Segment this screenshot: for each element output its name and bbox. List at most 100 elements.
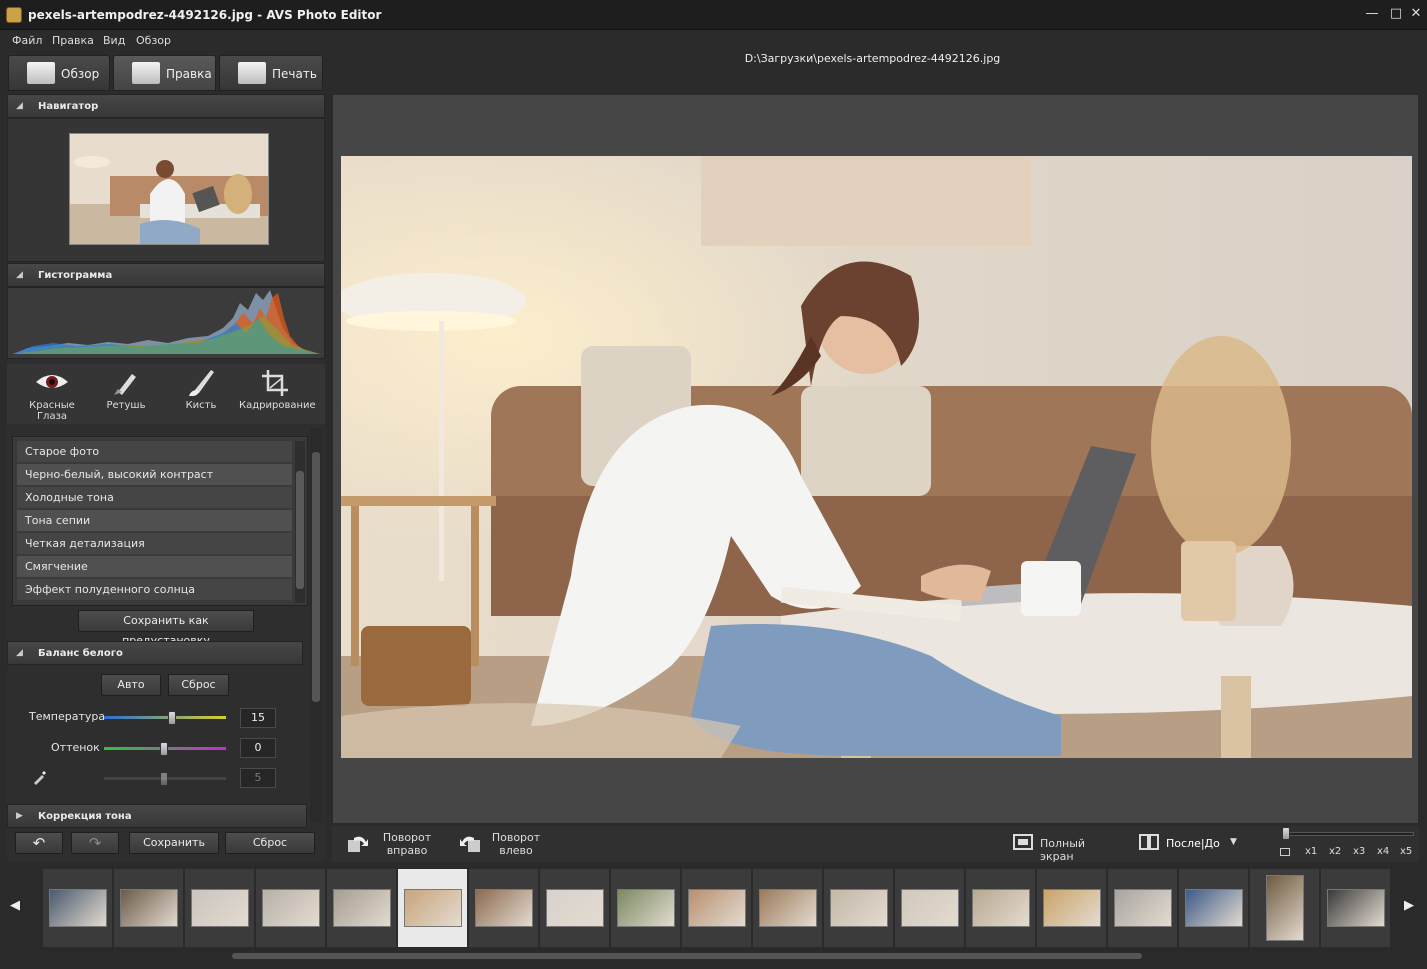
navigator-preview[interactable] [69,133,269,245]
filmstrip-thumbnail[interactable] [895,869,965,947]
tone-correction-header[interactable]: ▶ Коррекция тона [7,804,307,828]
white-balance-title: Баланс белого [38,648,123,659]
chevron-down-icon[interactable]: ▼ [1230,837,1237,847]
list-item[interactable]: Холодные тона [17,487,292,508]
retouch-brush-icon [114,374,136,395]
fullscreen-label: Полный экран [1040,837,1086,863]
menu-browse[interactable]: Обзор [136,34,171,47]
retouch-tool[interactable]: Ретушь [89,368,163,424]
rotate-right-icon [348,836,368,852]
thumbnail-image [901,889,959,927]
filmstrip-thumbnail[interactable] [43,869,113,947]
eyedropper-icon[interactable] [32,769,48,785]
menu-file[interactable]: Файл [12,34,42,47]
filmstrip-thumbnail[interactable] [185,869,255,947]
after-before-label: После|До [1166,837,1220,850]
menu-edit[interactable]: Правка [52,34,94,47]
fit-icon[interactable] [1280,848,1290,856]
save-preset-button[interactable]: Сохранить как предустановку [78,610,254,647]
filmstrip-thumbnail[interactable] [1250,869,1320,947]
after-before-button[interactable]: После|До ▼ [1138,832,1248,854]
preset-list: Старое фото Черно-белый, высокий контрас… [12,436,308,606]
filmstrip-thumbnail[interactable] [1179,869,1249,947]
zoom-x1[interactable]: x1 [1305,846,1317,857]
picker-input: 5 [240,768,276,788]
fullscreen-button[interactable]: Полный экран [1012,832,1117,863]
undo-button[interactable]: ↶ [15,832,63,854]
list-item[interactable]: Эффект полуденного солнца [17,579,292,600]
filmstrip-thumbnail[interactable] [682,869,752,947]
collapse-arrow-icon: ◢ [16,270,23,280]
rotate-left-button[interactable]: Поворот влево [460,830,550,860]
filmstrip-thumbnail[interactable] [1108,869,1178,947]
list-item[interactable]: Четкая детализация [17,533,292,554]
preset-scrollbar[interactable] [295,441,305,603]
filmstrip-thumbnail[interactable] [256,869,326,947]
minimize-button[interactable]: — [1361,4,1383,24]
scroll-thumb[interactable] [296,471,304,589]
close-button[interactable]: ✕ [1405,4,1427,24]
auto-button[interactable]: Авто [101,674,161,696]
zoom-x3[interactable]: x3 [1353,846,1365,857]
list-item[interactable]: Тона сепии [17,510,292,531]
scroll-thumb[interactable] [312,452,320,702]
reset-button[interactable]: Сброс [225,832,315,854]
zoom-x2[interactable]: x2 [1329,846,1341,857]
save-button[interactable]: Сохранить [129,832,219,854]
filmstrip-thumbnail[interactable] [327,869,397,947]
temperature-slider[interactable] [104,716,226,719]
tab-edit-label: Правка [166,67,212,81]
filmstrip-thumbnail[interactable] [1321,869,1391,947]
filmstrip-thumbnail[interactable] [469,869,539,947]
filmstrip-scrollbar[interactable] [0,950,1427,962]
reset-wb-button[interactable]: Сброс [168,674,229,696]
left-panel-scrollbar[interactable] [310,428,322,822]
title-bar: pexels-artempodrez-4492126.jpg - AVS Pho… [0,0,1427,30]
filmstrip-thumbnail[interactable] [540,869,610,947]
navigator-header[interactable]: ◢ Навигатор [7,94,325,118]
thumbnail-image [191,889,249,927]
tab-edit[interactable]: Правка [113,55,216,91]
expand-arrow-icon: ▶ [16,811,23,821]
menu-bar: Файл Правка Вид Обзор [0,30,330,52]
thumbnail-image [830,889,888,927]
brush-tool[interactable]: Кисть [164,368,238,424]
crop-tool[interactable]: Кадрирование [239,368,316,424]
histogram-graph [7,287,325,359]
filmstrip-thumbnail[interactable] [824,869,894,947]
list-item[interactable]: Старое фото [17,441,292,462]
list-item[interactable]: Смягчение [17,556,292,577]
zoom-knob[interactable] [1282,827,1290,840]
filmstrip-right-arrow[interactable]: ▶ [1404,898,1414,913]
rotate-right-label: Поворот вправо [382,831,432,857]
filmstrip-left-arrow[interactable]: ◀ [10,898,20,913]
tab-browse[interactable]: Обзор [8,55,110,91]
tab-print[interactable]: Печать [219,55,323,91]
retouch-label: Ретушь [106,400,146,411]
filmstrip-thumbnail[interactable] [114,869,184,947]
rotate-right-button[interactable]: Поворот вправо [346,830,436,860]
filmstrip-thumbnail[interactable] [1037,869,1107,947]
white-balance-header[interactable]: ◢ Баланс белого [7,641,303,665]
zoom-x5[interactable]: x5 [1400,846,1412,857]
temperature-knob[interactable] [168,711,176,725]
tint-knob[interactable] [160,742,168,756]
tint-input[interactable]: 0 [240,738,276,758]
maximize-button[interactable]: □ [1385,4,1407,24]
left-panel: ◢ Навигатор ◢ Гистограмма Красные Глаза … [7,94,325,862]
main-photo[interactable] [341,156,1412,758]
temperature-input[interactable]: 15 [240,708,276,728]
image-canvas[interactable] [332,94,1419,824]
zoom-slider[interactable] [1284,832,1414,836]
filmstrip-thumbnail[interactable] [966,869,1036,947]
filmstrip-thumbnail[interactable] [398,869,468,947]
filmstrip-thumbnail[interactable] [753,869,823,947]
filmstrip-thumbnail[interactable] [611,869,681,947]
scroll-thumb[interactable] [232,953,1142,959]
red-eye-tool[interactable]: Красные Глаза [15,368,89,424]
histogram-header[interactable]: ◢ Гистограмма [7,263,325,287]
zoom-x4[interactable]: x4 [1377,846,1389,857]
menu-view[interactable]: Вид [103,34,125,47]
redo-button[interactable]: ↷ [71,832,119,854]
list-item[interactable]: Черно-белый, высокий контраст [17,464,292,485]
